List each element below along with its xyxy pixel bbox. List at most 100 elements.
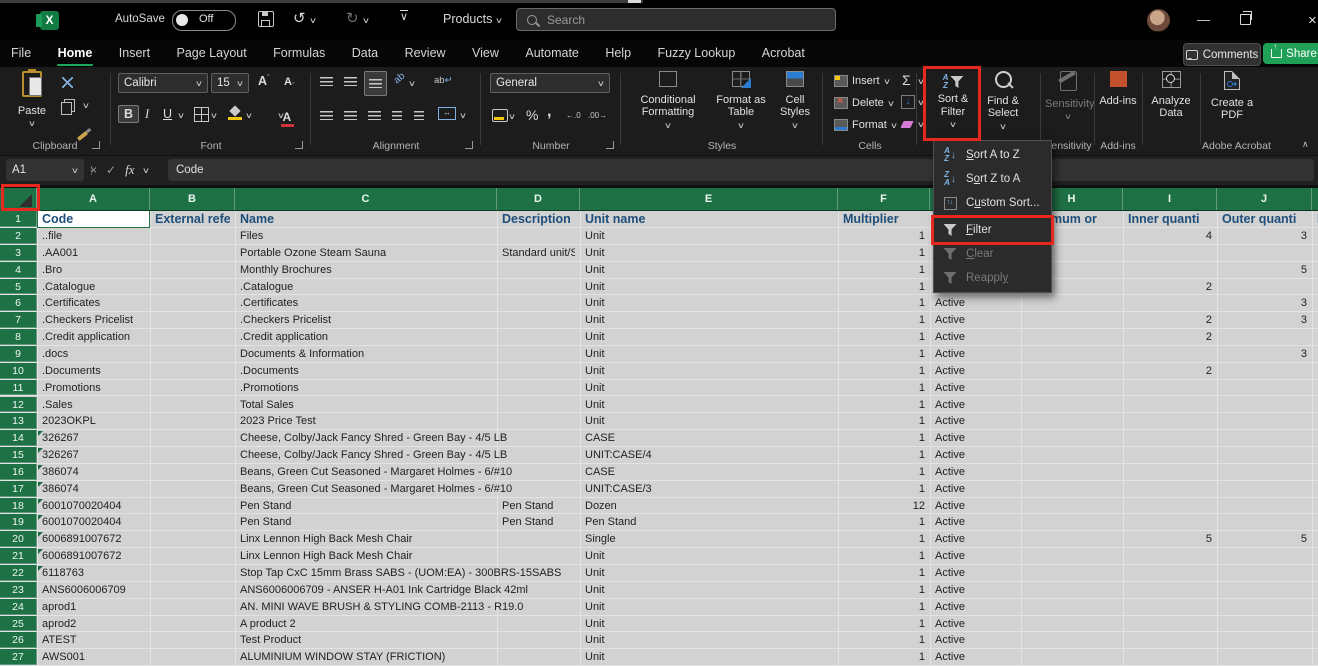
cell-C11[interactable]: .Promotions	[240, 380, 299, 397]
cell-C9[interactable]: Documents & Information	[240, 346, 364, 363]
cell-J7[interactable]: 3	[1222, 312, 1307, 329]
cell-F13[interactable]: 1	[843, 413, 925, 430]
row-header-15[interactable]: 15	[0, 447, 37, 463]
row-header-11[interactable]: 11	[0, 380, 37, 396]
cell-A20[interactable]: 6006891007672	[42, 531, 145, 548]
row-header-7[interactable]: 7	[0, 312, 37, 328]
row-header-5[interactable]: 5	[0, 279, 37, 295]
font-color-dropdown-icon[interactable]: ∨	[277, 111, 285, 120]
cell-F9[interactable]: 1	[843, 346, 925, 363]
menu-item-clear[interactable]: Clear	[934, 242, 1051, 266]
find-select-button[interactable]: Find & Select∨	[980, 71, 1026, 133]
cell-F18[interactable]: 12	[843, 498, 925, 515]
font-size-select[interactable]: 15∨	[211, 73, 249, 93]
cell-C21[interactable]: Linx Lennon High Back Mesh Chair	[240, 548, 412, 565]
cell-C3[interactable]: Portable Ozone Steam Sauna	[240, 245, 386, 262]
cell-E19[interactable]: Pen Stand	[585, 514, 833, 531]
tab-file[interactable]: File	[0, 40, 42, 67]
cell-I5[interactable]: 2	[1128, 279, 1212, 296]
menu-item-sort-z-to-a[interactable]: ZA↓ Sort Z to A	[934, 167, 1051, 191]
cell-D18[interactable]: Pen Stand	[502, 498, 575, 515]
cell-E9[interactable]: Unit	[585, 346, 833, 363]
italic-button[interactable]: I	[145, 107, 149, 122]
cell-A11[interactable]: .Promotions	[42, 380, 145, 397]
cell-E16[interactable]: CASE	[585, 464, 833, 481]
column-header-D[interactable]: D	[497, 188, 580, 210]
column-header-E[interactable]: E	[580, 188, 838, 210]
cell-G26[interactable]: Active	[935, 632, 1016, 649]
cell-A6[interactable]: .Certificates	[42, 295, 145, 312]
cell-A5[interactable]: .Catalogue	[42, 279, 145, 296]
cell-G16[interactable]: Active	[935, 464, 1016, 481]
cell-G18[interactable]: Active	[935, 498, 1016, 515]
cell-I10[interactable]: 2	[1128, 363, 1212, 380]
tab-automate[interactable]: Automate	[514, 40, 590, 67]
autosave-toggle[interactable]: Off	[172, 10, 236, 31]
enter-entry-icon[interactable]: ✓	[106, 163, 116, 177]
cell-G20[interactable]: Active	[935, 531, 1016, 548]
align-center-icon[interactable]	[344, 111, 357, 120]
merge-center-icon[interactable]: ↔	[438, 107, 456, 120]
delete-cells-button[interactable]: Delete∨	[834, 97, 894, 109]
column-header-next[interactable]	[1312, 188, 1318, 210]
cell-F17[interactable]: 1	[843, 481, 925, 498]
cell-E24[interactable]: Unit	[585, 599, 833, 616]
cell-F15[interactable]: 1	[843, 447, 925, 464]
tab-fuzzy-lookup[interactable]: Fuzzy Lookup	[647, 40, 747, 67]
cell-F10[interactable]: 1	[843, 363, 925, 380]
cell-F2[interactable]: 1	[843, 228, 925, 245]
merge-center-dropdown-icon[interactable]: ∨	[459, 111, 467, 120]
tab-acrobat[interactable]: Acrobat	[751, 40, 816, 67]
row-header-16[interactable]: 16	[0, 464, 37, 480]
cell-G8[interactable]: Active	[935, 329, 1016, 346]
cell-E17[interactable]: UNIT:CASE/3	[585, 481, 833, 498]
cell-G15[interactable]: Active	[935, 447, 1016, 464]
cut-icon[interactable]	[62, 77, 73, 88]
cell-C2[interactable]: Files	[240, 228, 263, 245]
format-cells-button[interactable]: Format∨	[834, 119, 897, 131]
cell-A26[interactable]: ATEST	[42, 632, 145, 649]
cell-F27[interactable]: 1	[843, 649, 925, 666]
cell-C18[interactable]: Pen Stand	[240, 498, 291, 515]
workbook-title[interactable]: Products ∨	[443, 12, 502, 26]
row-header-2[interactable]: 2	[0, 228, 37, 244]
close-button[interactable]: ×	[1308, 12, 1317, 29]
insert-cells-button[interactable]: Insert∨	[834, 75, 889, 87]
cell-A18[interactable]: 6001070020404	[42, 498, 145, 515]
cell-G6[interactable]: Active	[935, 295, 1016, 312]
row-header-3[interactable]: 3	[0, 245, 37, 261]
column-header-B[interactable]: B	[150, 188, 235, 210]
row-header-14[interactable]: 14	[0, 430, 37, 446]
row-header-20[interactable]: 20	[0, 531, 37, 547]
tab-home[interactable]: Home	[47, 40, 104, 67]
cell-E15[interactable]: UNIT:CASE/4	[585, 447, 833, 464]
tab-review[interactable]: Review	[394, 40, 457, 67]
align-left-icon[interactable]	[320, 111, 333, 120]
cell-C17[interactable]: Beans, Green Cut Seasoned - Margaret Hol…	[240, 481, 512, 498]
number-format-select[interactable]: General∨	[490, 73, 610, 93]
row-header-24[interactable]: 24	[0, 599, 37, 615]
font-dialog-launcher[interactable]	[295, 141, 303, 149]
row-header-22[interactable]: 22	[0, 565, 37, 581]
name-box[interactable]: A1∨	[6, 159, 84, 181]
align-right-icon[interactable]	[368, 111, 381, 120]
cell-G23[interactable]: Active	[935, 582, 1016, 599]
row-header-4[interactable]: 4	[0, 262, 37, 278]
cell-D19[interactable]: Pen Stand	[502, 514, 575, 531]
comments-button[interactable]: Comments	[1183, 43, 1261, 66]
cell-C10[interactable]: .Documents	[240, 363, 299, 380]
column-header-C[interactable]: C	[235, 188, 497, 210]
cell-E7[interactable]: Unit	[585, 312, 833, 329]
cell-G10[interactable]: Active	[935, 363, 1016, 380]
cell-C1[interactable]: Name	[240, 210, 492, 228]
orientation-dropdown-icon[interactable]: ∨	[408, 79, 416, 88]
cell-C20[interactable]: Linx Lennon High Back Mesh Chair	[240, 531, 412, 548]
cell-C23[interactable]: ANS6006006709 - ANSER H-A01 Ink Cartridg…	[240, 582, 528, 599]
row-header-10[interactable]: 10	[0, 363, 37, 379]
sensitivity-button[interactable]: Sensitivity∨	[1045, 71, 1091, 124]
formula-input[interactable]: Code	[168, 159, 1314, 181]
cell-G22[interactable]: Active	[935, 565, 1016, 582]
cell-styles-button[interactable]: Cell Styles∨	[772, 71, 818, 132]
cell-A7[interactable]: .Checkers Pricelist	[42, 312, 145, 329]
cell-G14[interactable]: Active	[935, 430, 1016, 447]
